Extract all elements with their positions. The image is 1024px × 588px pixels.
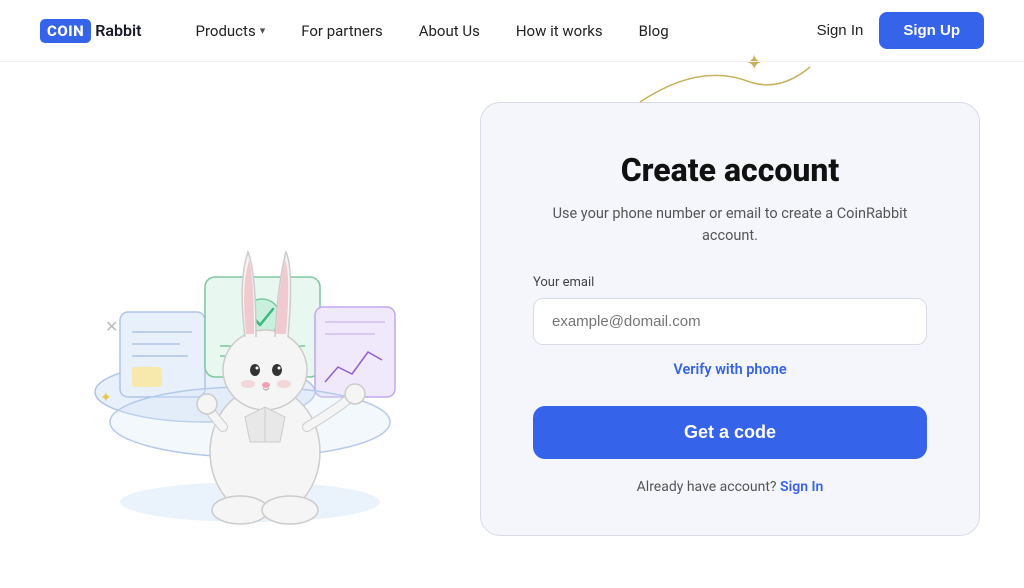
logo-rabbit: Rabbit: [95, 21, 141, 40]
nav-label-aboutus: About Us: [419, 22, 480, 40]
form-side: ✦ Create account Use your phone number o…: [480, 92, 980, 536]
verify-phone-link[interactable]: Verify with phone: [533, 361, 927, 378]
nav-actions: Sign In Sign Up: [817, 12, 984, 49]
navbar: COIN Rabbit Products ▾ For partners Abou…: [0, 0, 1024, 62]
logo[interactable]: COIN Rabbit: [40, 19, 142, 43]
already-have-account-text: Already have account? Sign In: [533, 479, 927, 495]
nav-item-blog[interactable]: Blog: [621, 22, 687, 40]
nav-label-howitworks: How it works: [516, 22, 603, 40]
get-code-button[interactable]: Get a code: [533, 406, 927, 459]
email-label: Your email: [533, 275, 927, 290]
signin-button[interactable]: Sign In: [817, 22, 864, 39]
nav-links: Products ▾ For partners About Us How it …: [178, 22, 817, 40]
form-title: Create account: [533, 151, 927, 189]
nav-label-forpartners: For partners: [301, 22, 383, 40]
nav-item-aboutus[interactable]: About Us: [401, 22, 498, 40]
nav-label-blog: Blog: [639, 22, 669, 40]
signup-button[interactable]: Sign Up: [879, 12, 984, 49]
rabbit-illustration: ✕ ✕ ✦: [60, 112, 440, 532]
form-subtitle: Use your phone number or email to create…: [533, 203, 927, 247]
nav-item-howitworks[interactable]: How it works: [498, 22, 621, 40]
nav-item-products[interactable]: Products ▾: [178, 22, 284, 40]
svg-text:✦: ✦: [100, 390, 112, 406]
form-card: Create account Use your phone number or …: [480, 102, 980, 536]
logo-coin: COIN: [40, 19, 91, 43]
chevron-down-icon: ▾: [260, 24, 266, 37]
nav-label-products: Products: [196, 22, 256, 40]
svg-text:✕: ✕: [105, 319, 118, 336]
nav-item-forpartners[interactable]: For partners: [283, 22, 401, 40]
email-input[interactable]: [533, 298, 927, 345]
signin-link[interactable]: Sign In: [780, 479, 823, 495]
illustration-side: ✕ ✕ ✦: [60, 92, 480, 572]
main-content: ✕ ✕ ✦ ✦ Create account Use your phone nu…: [0, 62, 1024, 588]
